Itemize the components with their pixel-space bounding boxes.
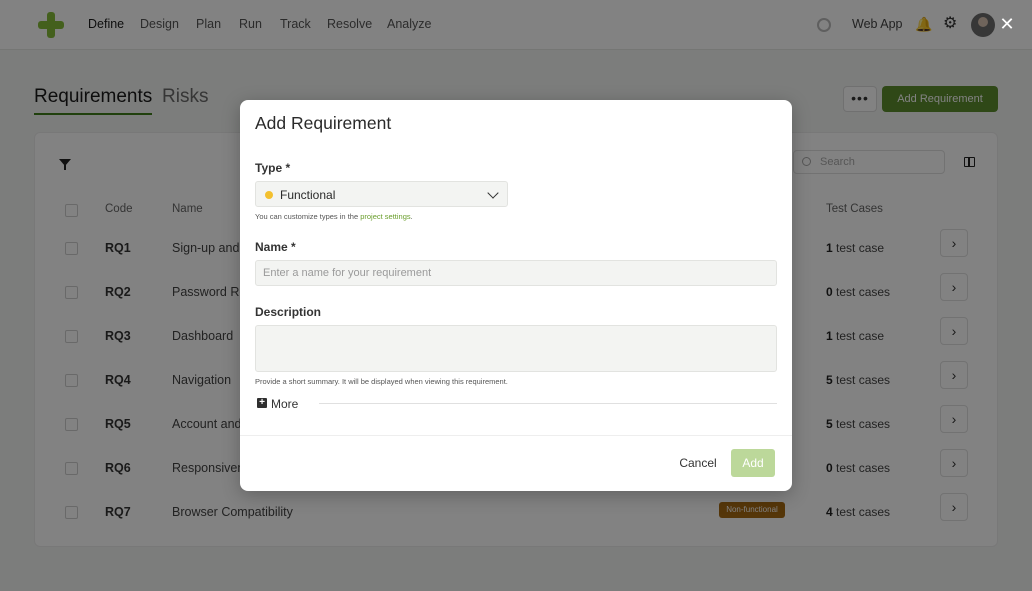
add-requirement-dialog: Add Requirement Type * Functional You ca… (240, 100, 792, 491)
divider (319, 403, 777, 404)
footer-divider (240, 435, 792, 436)
more-toggle[interactable]: + More (255, 396, 777, 411)
description-textarea[interactable] (255, 325, 777, 372)
type-selected-value: Functional (280, 188, 336, 202)
description-label: Description (255, 305, 322, 319)
project-settings-link[interactable]: project settings (360, 212, 410, 221)
name-input[interactable] (255, 260, 777, 286)
type-hint: You can customize types in the project s… (255, 212, 413, 221)
chevron-down-icon (487, 187, 499, 199)
cancel-button[interactable]: Cancel (676, 454, 720, 472)
more-label: More (271, 397, 299, 411)
close-icon[interactable]: ✕ (996, 13, 1018, 35)
type-color-dot (265, 191, 273, 199)
dialog-title: Add Requirement (255, 113, 392, 133)
type-label: Type * (255, 161, 291, 175)
add-button[interactable]: Add (731, 449, 775, 477)
name-label: Name * (255, 240, 296, 254)
type-select[interactable]: Functional (255, 181, 508, 207)
plus-icon: + (257, 398, 267, 408)
description-hint: Provide a short summary. It will be disp… (255, 377, 508, 386)
